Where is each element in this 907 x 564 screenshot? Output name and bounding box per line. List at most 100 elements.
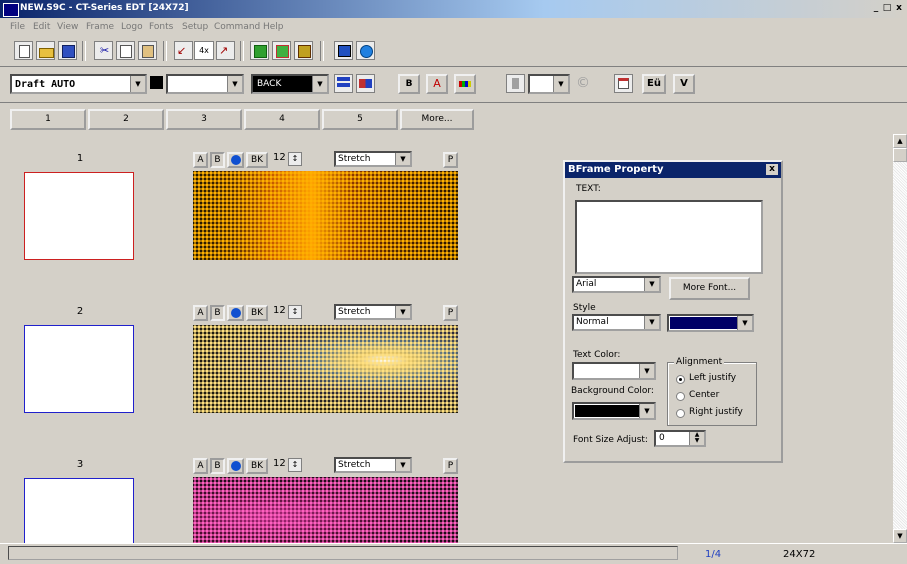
text-input[interactable] bbox=[575, 200, 763, 274]
chevron-down-icon[interactable]: ▼ bbox=[553, 76, 568, 92]
text-color-select[interactable]: ▼ bbox=[572, 362, 656, 380]
zoom-out-icon[interactable]: ↙ bbox=[174, 41, 193, 60]
spin-arrows-icon[interactable]: ↕ bbox=[288, 305, 302, 319]
frame-image2-icon[interactable] bbox=[272, 41, 291, 60]
pointer-icon[interactable] bbox=[506, 74, 525, 93]
back-select[interactable]: BACK ▼ bbox=[251, 74, 329, 94]
frame-image-icon[interactable] bbox=[250, 41, 269, 60]
menu-view[interactable]: View bbox=[57, 22, 78, 32]
style-select[interactable]: Normal ▼ bbox=[572, 314, 661, 331]
tab-more[interactable]: More... bbox=[400, 109, 474, 130]
menu-frame[interactable]: Frame bbox=[86, 22, 114, 32]
frame-image3-icon[interactable] bbox=[294, 41, 313, 60]
tab-3[interactable]: 3 bbox=[166, 109, 242, 130]
play-icon[interactable] bbox=[227, 305, 244, 321]
bold-button[interactable]: B bbox=[398, 74, 420, 94]
menu-command[interactable]: Command bbox=[214, 22, 260, 32]
bold-b-button[interactable]: B bbox=[210, 305, 225, 321]
chevron-down-icon[interactable]: ▼ bbox=[130, 76, 145, 92]
play-icon[interactable] bbox=[227, 152, 244, 168]
menu-help[interactable]: Help bbox=[263, 22, 284, 32]
scale-mode-select[interactable]: Stretch ▼ bbox=[334, 304, 412, 320]
font-size-adjust-input[interactable]: 0 ▲ ▼ bbox=[654, 430, 706, 447]
chevron-down-icon[interactable]: ▼ bbox=[395, 306, 410, 318]
paste-icon[interactable] bbox=[138, 41, 157, 60]
scroll-thumb[interactable] bbox=[893, 148, 907, 162]
frame-thumbnail[interactable] bbox=[24, 478, 134, 543]
small-select[interactable]: ▼ bbox=[528, 74, 570, 94]
background-button[interactable]: BK bbox=[246, 305, 268, 321]
chevron-down-icon[interactable]: ▼ bbox=[395, 153, 410, 165]
bold-b-button[interactable]: B bbox=[210, 458, 225, 474]
chevron-down-icon[interactable]: ▼ bbox=[644, 278, 659, 291]
vertical-scrollbar[interactable]: ▲ ▼ bbox=[893, 134, 907, 543]
background-button[interactable]: BK bbox=[246, 458, 268, 474]
eu-button[interactable]: Eü bbox=[642, 74, 666, 94]
tab-1[interactable]: 1 bbox=[10, 109, 86, 130]
chevron-down-icon[interactable]: ▼ bbox=[639, 364, 654, 378]
tab-4[interactable]: 4 bbox=[244, 109, 320, 130]
p-button[interactable]: P bbox=[443, 305, 458, 321]
zoom-level[interactable]: 4x bbox=[194, 41, 214, 60]
background-button[interactable]: BK bbox=[246, 152, 268, 168]
tab-2[interactable]: 2 bbox=[88, 109, 164, 130]
scroll-up-icon[interactable]: ▲ bbox=[893, 134, 907, 148]
copy-icon[interactable] bbox=[116, 41, 135, 60]
open-folder-icon[interactable] bbox=[36, 41, 55, 60]
mode-select[interactable]: Draft AUTO ▼ bbox=[10, 74, 147, 94]
p-button[interactable]: P bbox=[443, 152, 458, 168]
p-button[interactable]: P bbox=[443, 458, 458, 474]
chevron-down-icon[interactable]: ▼ bbox=[737, 316, 752, 330]
grid-icon[interactable] bbox=[150, 76, 163, 89]
menu-logo[interactable]: Logo bbox=[121, 22, 143, 32]
right-justify-radio[interactable] bbox=[676, 409, 685, 418]
align-a-button[interactable]: A bbox=[193, 458, 208, 474]
style-color-select[interactable]: ▼ bbox=[667, 314, 754, 332]
calendar-icon[interactable] bbox=[614, 74, 633, 93]
v-button[interactable]: V bbox=[673, 74, 695, 94]
background-color-select[interactable]: ▼ bbox=[572, 402, 656, 420]
chevron-down-icon[interactable]: ▼ bbox=[644, 316, 659, 329]
monitor-icon[interactable] bbox=[334, 41, 353, 60]
spin-arrows-icon[interactable]: ▲ ▼ bbox=[689, 432, 704, 445]
spin-arrows-icon[interactable]: ↕ bbox=[288, 458, 302, 472]
tab-5[interactable]: 5 bbox=[322, 109, 398, 130]
scale-mode-select[interactable]: Stretch ▼ bbox=[334, 457, 412, 473]
color-bars-button[interactable] bbox=[454, 74, 476, 94]
spin-arrows-icon[interactable]: ↕ bbox=[288, 152, 302, 166]
frame-thumbnail[interactable] bbox=[24, 172, 134, 260]
style-select[interactable]: ▼ bbox=[166, 74, 244, 94]
copyright-icon[interactable]: © bbox=[576, 75, 590, 91]
zoom-in-icon[interactable]: ↗ bbox=[216, 41, 235, 60]
globe-icon[interactable] bbox=[356, 41, 375, 60]
align-a-button[interactable]: A bbox=[193, 152, 208, 168]
dialog-close-button[interactable]: x bbox=[766, 164, 778, 175]
menu-fonts[interactable]: Fonts bbox=[149, 22, 173, 32]
bold-b-button[interactable]: B bbox=[210, 152, 225, 168]
save-icon[interactable] bbox=[58, 41, 77, 60]
chevron-down-icon[interactable]: ▼ bbox=[312, 76, 327, 92]
layout-icon[interactable] bbox=[334, 74, 353, 93]
menu-file[interactable]: File bbox=[10, 22, 25, 32]
play-icon[interactable] bbox=[227, 458, 244, 474]
maximize-button[interactable]: □ bbox=[881, 3, 893, 14]
chevron-down-icon[interactable]: ▼ bbox=[395, 459, 410, 471]
cut-icon[interactable]: ✂ bbox=[94, 41, 113, 60]
scroll-down-icon[interactable]: ▼ bbox=[893, 529, 907, 543]
frame-thumbnail[interactable] bbox=[24, 325, 134, 413]
menu-setup[interactable]: Setup bbox=[182, 22, 208, 32]
color-swap-icon[interactable] bbox=[356, 74, 375, 93]
app-icon[interactable] bbox=[3, 3, 19, 17]
more-font-button[interactable]: More Font... bbox=[669, 277, 750, 300]
new-file-icon[interactable] bbox=[14, 41, 33, 60]
left-justify-radio[interactable] bbox=[676, 375, 685, 384]
scale-mode-select[interactable]: Stretch ▼ bbox=[334, 151, 412, 167]
chevron-down-icon[interactable]: ▼ bbox=[639, 404, 654, 418]
center-radio[interactable] bbox=[676, 392, 685, 401]
align-a-button[interactable]: A bbox=[193, 305, 208, 321]
chevron-down-icon[interactable]: ▼ bbox=[227, 76, 242, 92]
close-button[interactable]: x bbox=[893, 3, 905, 14]
menu-edit[interactable]: Edit bbox=[33, 22, 50, 32]
font-color-button[interactable]: A bbox=[426, 74, 448, 94]
font-select[interactable]: Arial ▼ bbox=[572, 276, 661, 293]
